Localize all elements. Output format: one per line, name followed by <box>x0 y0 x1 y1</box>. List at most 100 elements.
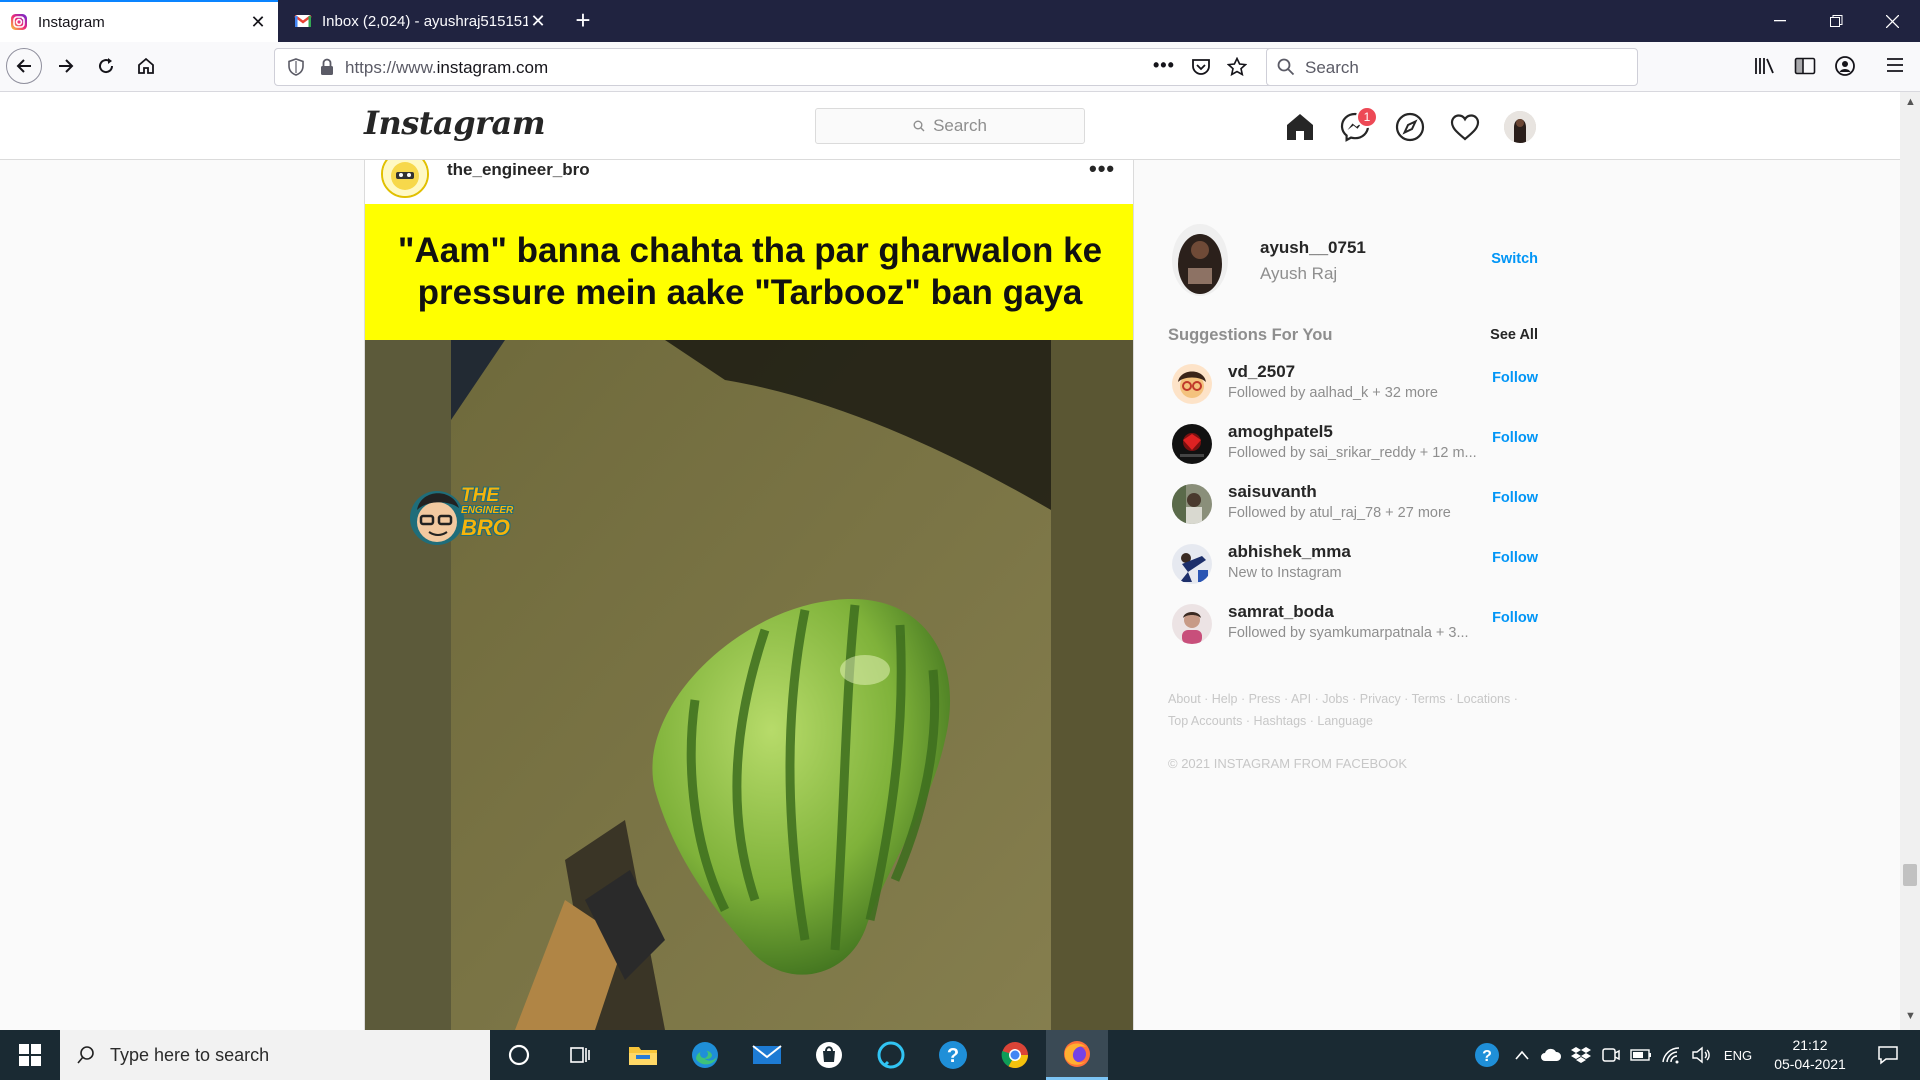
current-user-avatar[interactable] <box>1172 224 1228 296</box>
post-author-avatar[interactable] <box>381 160 429 198</box>
follow-button[interactable]: Follow <box>1492 430 1538 446</box>
alexa-icon[interactable] <box>860 1030 922 1080</box>
show-hidden-icons-icon[interactable] <box>1510 1030 1534 1080</box>
tab-instagram[interactable]: Instagram ✕ <box>0 0 278 42</box>
scroll-up-icon[interactable]: ▲ <box>1905 96 1916 108</box>
browser-search-bar[interactable]: Search <box>1266 48 1638 86</box>
post-options-icon[interactable]: ••• <box>1089 160 1115 182</box>
notifications-icon[interactable] <box>1864 1030 1912 1080</box>
pocket-icon[interactable] <box>1191 58 1211 76</box>
taskbar-search-box[interactable]: Type here to search <box>60 1030 490 1080</box>
dropbox-icon[interactable] <box>1568 1030 1594 1080</box>
forward-button[interactable] <box>48 48 84 84</box>
new-tab-button[interactable]: + <box>570 0 596 42</box>
search-icon <box>1277 58 1295 76</box>
follow-button[interactable]: Follow <box>1492 490 1538 506</box>
instagram-logo[interactable]: Instagram <box>364 104 546 142</box>
footer-links-line[interactable]: About · Help · Press · API · Jobs · Priv… <box>1168 688 1518 710</box>
footer-links[interactable]: About · Help · Press · API · Jobs · Priv… <box>1168 688 1518 732</box>
clock[interactable]: 21:12 05-04-2021 <box>1762 1030 1858 1080</box>
suggestion-avatar[interactable] <box>1172 364 1212 404</box>
tab-title: Instagram <box>38 13 105 31</box>
follow-button[interactable]: Follow <box>1492 370 1538 386</box>
battery-icon[interactable] <box>1628 1030 1654 1080</box>
engineer-bro-sticker: THE ENGINEER BRO <box>407 476 519 556</box>
browser-navbar: https://www.instagram.com ••• Search <box>0 42 1920 92</box>
suggestion-username[interactable]: vd_2507 <box>1228 362 1295 382</box>
firefox-icon[interactable] <box>1046 1030 1108 1080</box>
tracking-protection-shield-icon[interactable] <box>287 58 305 76</box>
home-button[interactable] <box>128 48 164 84</box>
suggestion-avatar[interactable] <box>1172 604 1212 644</box>
tab-gmail[interactable]: Inbox (2,024) - ayushraj515151@ ✕ <box>284 0 558 42</box>
instagram-header: Instagram Search 1 <box>0 92 1900 160</box>
current-username[interactable]: ayush__0751 <box>1260 238 1366 258</box>
library-icon[interactable] <box>1754 56 1776 76</box>
restore-window-icon[interactable] <box>1808 0 1864 42</box>
mail-icon[interactable] <box>736 1030 798 1080</box>
post-header: the_engineer_bro ••• <box>365 160 1133 204</box>
close-window-icon[interactable] <box>1864 0 1920 42</box>
url-text[interactable]: https://www.instagram.com <box>345 58 548 78</box>
suggestion-subtitle: Followed by aalhad_k + 32 more <box>1228 385 1438 401</box>
file-explorer-icon[interactable] <box>612 1030 674 1080</box>
watermelon-photo <box>365 340 1133 1030</box>
task-view-icon[interactable] <box>550 1030 612 1080</box>
suggestion-row: vd_2507 Followed by aalhad_k + 32 more F… <box>1168 354 1538 414</box>
scroll-down-icon[interactable]: ▼ <box>1905 1010 1916 1022</box>
suggestion-username[interactable]: saisuvanth <box>1228 482 1317 502</box>
activity-heart-icon[interactable] <box>1449 111 1481 143</box>
account-icon[interactable] <box>1834 55 1856 77</box>
see-all-link[interactable]: See All <box>1490 327 1538 343</box>
vertical-scrollbar[interactable]: ▲ ▼ <box>1900 92 1920 1030</box>
scrollbar-thumb[interactable] <box>1903 864 1917 886</box>
edge-icon[interactable] <box>674 1030 736 1080</box>
close-tab-icon[interactable]: ✕ <box>528 11 548 32</box>
back-button[interactable] <box>6 48 42 84</box>
language-indicator[interactable]: ENG <box>1718 1030 1758 1080</box>
sticker-text: THE ENGINEER BRO <box>461 486 513 539</box>
instagram-search-input[interactable]: Search <box>815 108 1085 144</box>
footer-links-line[interactable]: Top Accounts · Hashtags · Language <box>1168 710 1518 732</box>
instagram-search-placeholder: Search <box>933 116 987 135</box>
lock-icon[interactable] <box>319 58 335 76</box>
feed-post: the_engineer_bro ••• "Aam" banna chahta … <box>364 160 1134 1030</box>
suggestion-username[interactable]: samrat_boda <box>1228 602 1334 622</box>
current-full-name: Ayush Raj <box>1260 264 1338 283</box>
explore-compass-icon[interactable] <box>1394 111 1426 143</box>
close-tab-icon[interactable]: ✕ <box>248 12 268 33</box>
url-bar[interactable]: https://www.instagram.com ••• <box>274 48 1274 86</box>
post-author-username[interactable]: the_engineer_bro <box>447 160 590 180</box>
follow-button[interactable]: Follow <box>1492 610 1538 626</box>
volume-icon[interactable] <box>1688 1030 1714 1080</box>
suggestion-username[interactable]: amoghpatel5 <box>1228 422 1333 442</box>
bookmark-star-icon[interactable] <box>1227 57 1247 77</box>
help-icon[interactable]: ? <box>922 1030 984 1080</box>
cortana-icon[interactable] <box>488 1030 550 1080</box>
meet-now-icon[interactable] <box>1598 1030 1624 1080</box>
minimize-window-icon[interactable] <box>1752 0 1808 42</box>
follow-button[interactable]: Follow <box>1492 550 1538 566</box>
wifi-icon[interactable] <box>1658 1030 1684 1080</box>
suggestion-avatar[interactable] <box>1172 484 1212 524</box>
reload-button[interactable] <box>88 48 124 84</box>
switch-account-link[interactable]: Switch <box>1491 251 1538 267</box>
profile-avatar[interactable] <box>1504 111 1536 143</box>
svg-text:?: ? <box>947 1045 959 1067</box>
onedrive-icon[interactable] <box>1538 1030 1564 1080</box>
home-icon[interactable] <box>1284 111 1316 143</box>
chrome-icon[interactable] <box>984 1030 1046 1080</box>
suggestion-avatar[interactable] <box>1172 424 1212 464</box>
microsoft-store-icon[interactable] <box>798 1030 860 1080</box>
post-photo[interactable]: THE ENGINEER BRO <box>365 340 1133 1030</box>
sidebar-toggle-icon[interactable] <box>1794 56 1816 76</box>
page-actions-menu-icon[interactable]: ••• <box>1153 55 1175 76</box>
help-tray-icon[interactable]: ? <box>1472 1030 1502 1080</box>
suggestion-row: amoghpatel5 Followed by sai_srikar_reddy… <box>1168 414 1538 474</box>
copyright-text: © 2021 INSTAGRAM FROM FACEBOOK <box>1168 756 1408 771</box>
windows-start-icon[interactable] <box>0 1030 60 1080</box>
suggestion-avatar[interactable] <box>1172 544 1212 584</box>
suggestion-username[interactable]: abhishek_mma <box>1228 542 1351 562</box>
sticker-line: THE <box>461 485 499 506</box>
hamburger-menu-icon[interactable] <box>1886 56 1904 74</box>
